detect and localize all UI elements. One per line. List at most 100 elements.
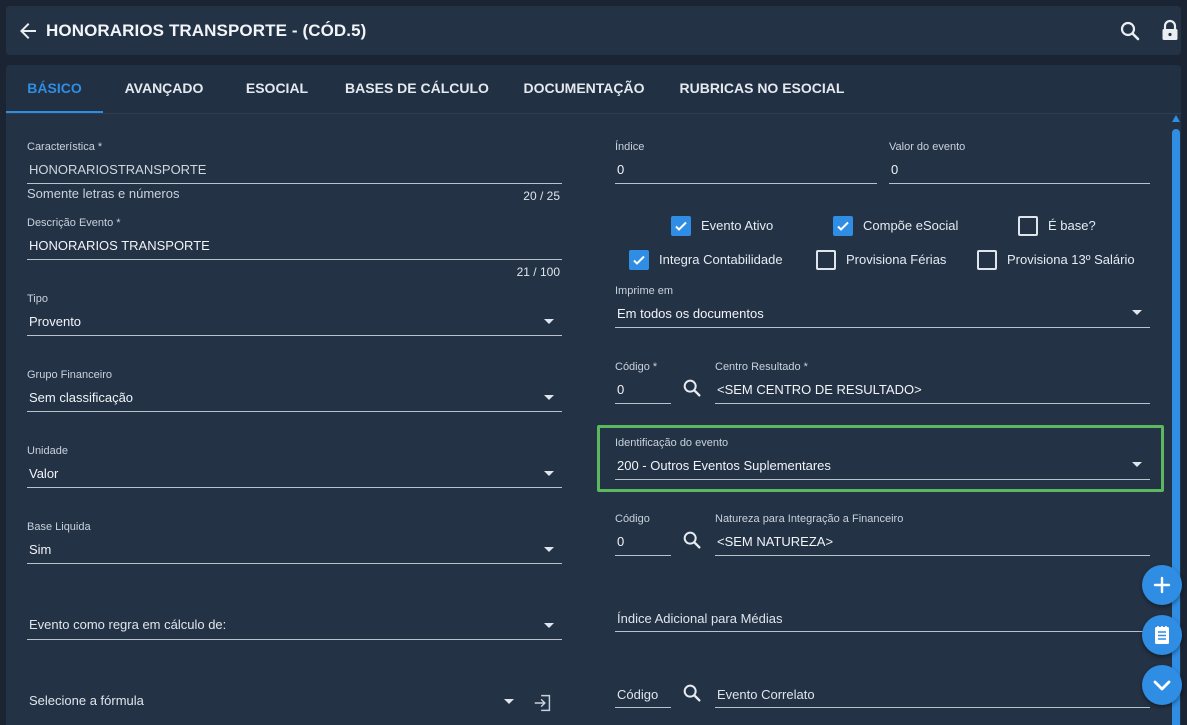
evento-regra-select[interactable]: Evento como regra em cálculo de: (27, 597, 562, 641)
imprime-em-select[interactable]: Imprime em Em todos os documentos (615, 285, 1150, 329)
identificacao-label: Identificação do evento (615, 437, 729, 449)
chevron-down-icon[interactable] (544, 471, 554, 476)
imprime-em-underline (615, 327, 1150, 328)
caracteristica-underline (27, 183, 562, 184)
e-base-checkbox[interactable]: É base? (1018, 216, 1118, 238)
identificacao-underline (615, 479, 1150, 480)
search-icon[interactable] (681, 529, 703, 551)
valor-evento-value[interactable]: 0 (891, 162, 898, 177)
checkbox-empty-icon[interactable] (816, 250, 836, 270)
chevron-down-icon (1153, 680, 1171, 691)
checkbox-checked-icon[interactable] (629, 250, 649, 270)
caracteristica-field[interactable]: Característica * HONORARIOSTRANSPORTE So… (27, 141, 562, 203)
provisiona-13-checkbox[interactable]: Provisiona 13º Salário (977, 250, 1147, 272)
tab-documentacao[interactable]: DOCUMENTAÇÃO (516, 65, 652, 113)
tab-esocial[interactable]: ESOCIAL (236, 65, 318, 113)
scroll-up-arrow-icon[interactable] (1172, 115, 1180, 122)
checkbox-empty-icon[interactable] (1018, 216, 1038, 236)
checkbox-checked-icon[interactable] (671, 216, 691, 236)
descricao-counter: 21 / 100 (516, 265, 560, 279)
caracteristica-counter: 20 / 25 (523, 189, 560, 203)
tipo-value[interactable]: Provento (29, 314, 81, 329)
integra-contabilidade-checkbox[interactable]: Integra Contabilidade (629, 250, 799, 272)
indice-field[interactable]: Índice 0 (615, 141, 877, 185)
formula-placeholder[interactable]: Selecione a fórmula (29, 693, 144, 708)
natureza-value[interactable]: <SEM NATUREZA> (717, 534, 833, 549)
codigo-natureza-field[interactable]: Código 0 (615, 513, 671, 557)
caracteristica-label: Característica * (27, 141, 103, 153)
tab-rubricas-no-esocial[interactable]: RUBRICAS NO ESOCIAL (676, 65, 848, 113)
tipo-select[interactable]: Tipo Provento (27, 293, 562, 337)
chevron-down-icon[interactable] (1132, 310, 1142, 315)
notes-fab-button[interactable] (1142, 615, 1182, 655)
indice-adicional-field[interactable]: Índice Adicional para Médias (615, 589, 1150, 633)
caracteristica-hint: Somente letras e números (27, 186, 180, 201)
grupo-value[interactable]: Sem classificação (29, 390, 133, 405)
compoe-esocial-checkbox[interactable]: Compõe eSocial (833, 216, 983, 238)
chevron-down-icon[interactable] (544, 395, 554, 400)
unidade-underline (27, 487, 562, 488)
app-header: HONORARIOS TRANSPORTE - (CÓD.5) (6, 6, 1181, 55)
valor-evento-underline (889, 183, 1150, 184)
search-icon[interactable] (1118, 19, 1142, 43)
base-liquida-select[interactable]: Base Liquida Sim (27, 521, 562, 565)
base-liquida-value[interactable]: Sim (29, 542, 51, 557)
codigo-correlato-field[interactable]: Código (615, 665, 671, 709)
evento-ativo-checkbox[interactable]: Evento Ativo (671, 216, 801, 238)
provisiona-ferias-checkbox[interactable]: Provisiona Férias (816, 250, 956, 272)
arrow-back-icon[interactable] (16, 19, 40, 43)
codigo-centro-resultado-field[interactable]: Código * 0 (615, 361, 671, 405)
centro-resultado-value[interactable]: <SEM CENTRO DE RESULTADO> (717, 382, 922, 397)
grupo-label: Grupo Financeiro (27, 369, 112, 381)
descricao-underline (27, 259, 562, 260)
checkbox-checked-icon[interactable] (833, 216, 853, 236)
descricao-value[interactable]: HONORARIOS TRANSPORTE (29, 238, 210, 253)
tab-bases-de-calculo[interactable]: BASES DE CÁLCULO (340, 65, 494, 113)
imprime-em-value[interactable]: Em todos os documentos (617, 306, 764, 321)
codigo-nat-value[interactable]: 0 (617, 534, 624, 549)
valor-evento-field[interactable]: Valor do evento 0 (889, 141, 1150, 185)
formula-select[interactable]: Selecione a fórmula (27, 673, 522, 717)
unidade-value[interactable]: Valor (29, 466, 58, 481)
tab-avancado[interactable]: AVANÇADO (114, 65, 214, 113)
indice-adicional-placeholder[interactable]: Índice Adicional para Médias (617, 611, 783, 626)
e-base-label: É base? (1048, 218, 1096, 233)
lock-icon[interactable] (1158, 19, 1182, 43)
indice-underline (615, 183, 877, 184)
codigo-correlato-placeholder[interactable]: Código (617, 687, 658, 702)
identificacao-evento-select[interactable]: Identificação do evento 200 - Outros Eve… (615, 437, 1150, 481)
codigo-cr-label: Código * (615, 361, 658, 373)
indice-value[interactable]: 0 (617, 162, 624, 177)
evento-regra-underline (27, 639, 562, 640)
descricao-evento-field[interactable]: Descrição Evento * HONORARIOS TRANSPORTE… (27, 217, 562, 279)
scroll-down-fab-button[interactable] (1142, 665, 1182, 705)
grupo-financeiro-select[interactable]: Grupo Financeiro Sem classificação (27, 369, 562, 413)
caracteristica-value[interactable]: HONORARIOSTRANSPORTE (29, 162, 206, 177)
centro-resultado-field[interactable]: Centro Resultado * <SEM CENTRO DE RESULT… (715, 361, 1150, 405)
evento-correlato-placeholder[interactable]: Evento Correlato (717, 687, 815, 702)
search-icon[interactable] (681, 682, 703, 704)
codigo-cr-value[interactable]: 0 (617, 382, 624, 397)
base-liquida-label: Base Liquida (27, 521, 91, 533)
evento-correlato-field[interactable]: Evento Correlato (715, 665, 1150, 709)
chevron-down-icon[interactable] (1132, 462, 1142, 467)
base-liquida-underline (27, 563, 562, 564)
unidade-select[interactable]: Unidade Valor (27, 445, 562, 489)
chevron-down-icon[interactable] (544, 319, 554, 324)
add-fab-button[interactable] (1142, 565, 1182, 605)
chevron-down-icon[interactable] (504, 699, 514, 704)
page-title: HONORARIOS TRANSPORTE - (CÓD.5) (46, 21, 367, 40)
chevron-down-icon[interactable] (544, 623, 554, 628)
chevron-down-icon[interactable] (544, 547, 554, 552)
unidade-label: Unidade (27, 445, 68, 457)
checkbox-empty-icon[interactable] (977, 250, 997, 270)
tab-basico[interactable]: BÁSICO (6, 65, 103, 113)
provisiona-13-label: Provisiona 13º Salário (1007, 252, 1135, 267)
natureza-field[interactable]: Natureza para Integração a Financeiro <S… (715, 513, 1150, 557)
codigo-cr-underline (615, 403, 671, 404)
identificacao-value[interactable]: 200 - Outros Eventos Suplementares (617, 458, 831, 473)
search-icon[interactable] (681, 377, 703, 399)
login-icon[interactable] (532, 692, 554, 714)
evento-regra-placeholder[interactable]: Evento como regra em cálculo de: (29, 617, 226, 632)
evento-correlato-underline (715, 707, 1150, 708)
